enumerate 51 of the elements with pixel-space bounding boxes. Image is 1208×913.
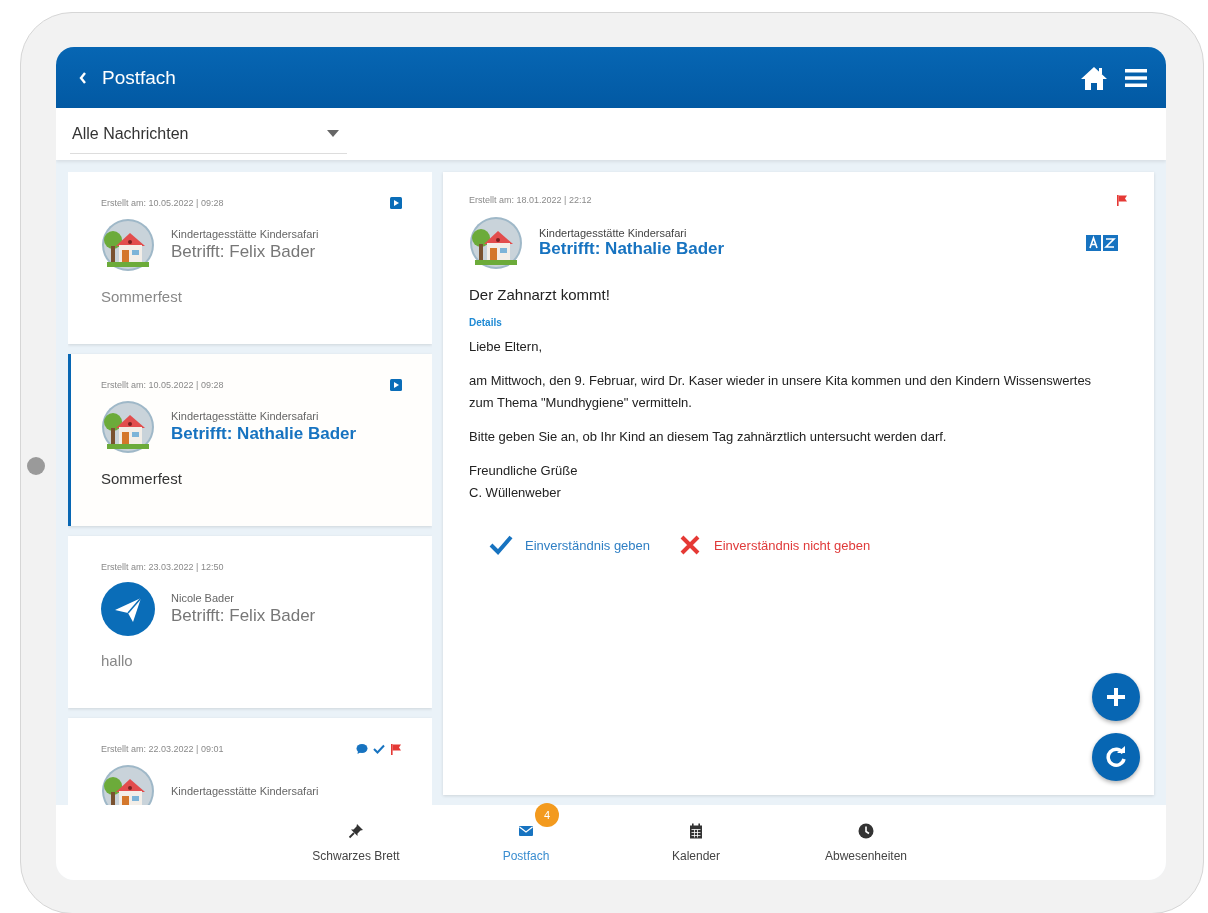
message-card[interactable]: Erstellt am: 23.03.2022 | 12:50 Nicole Bader Betrifft: Felix Bader hallo — [68, 536, 432, 708]
house-avatar-icon — [101, 218, 155, 272]
message-date: Erstellt am: 23.03.2022 | 12:50 — [101, 562, 224, 572]
calendar-icon — [688, 822, 704, 839]
sender-name: Kindertagesstätte Kindersafari — [171, 228, 319, 240]
nav-tab[interactable]: Schwarzes Brett — [271, 805, 441, 880]
message-preview: Sommerfest — [101, 470, 183, 487]
nav-tab[interactable]: Abwesenheiten — [781, 805, 951, 880]
refresh-icon — [1103, 744, 1129, 770]
details-link[interactable]: Details — [469, 317, 502, 328]
message-preview: Sommerfest — [101, 288, 183, 305]
decline-button[interactable]: Einverständnis nicht geben — [674, 530, 875, 560]
pin-icon — [348, 822, 364, 839]
message-paragraph: am Mittwoch, den 9. Februar, wird Dr. Kaser wieder in unsere Kita kommen und den Kindern Wissenswertes zum Thema "Mundhygiene" vermitteln. — [469, 372, 1093, 412]
filter-dropdown[interactable]: Alle Nachrichten — [70, 114, 347, 154]
message-card[interactable]: Erstellt am: 10.05.2022 | 09:28 Kindertagesstätte Kindersafari Betrifft: Nathalie Bader Sommerfest — [68, 354, 432, 526]
sender-name: Kindertagesstätte Kindersafari — [539, 227, 688, 239]
check-icon — [489, 534, 513, 556]
page-title: Postfach — [102, 66, 176, 89]
nav-tab[interactable]: Postfach 4 — [441, 805, 611, 880]
nav-tab[interactable]: Kalender — [611, 805, 781, 880]
message-card[interactable]: Erstellt am: 22.03.2022 | 09:01 Kindertagesstätte Kindersafari — [68, 718, 432, 805]
refresh-button[interactable] — [1092, 733, 1140, 781]
house-avatar-icon — [469, 216, 523, 270]
back-button[interactable]: Postfach — [78, 66, 176, 89]
message-date: Erstellt am: 18.01.2022 | 22:12 — [469, 195, 592, 205]
message-subject: Betrifft: Felix Bader — [171, 242, 317, 262]
message-date: Erstellt am: 10.05.2022 | 09:28 — [101, 198, 224, 208]
accept-button[interactable]: Einverständnis geben — [485, 530, 655, 560]
message-date: Erstellt am: 22.03.2022 | 09:01 — [101, 744, 224, 754]
sender-name: Kindertagesstätte Kindersafari — [171, 410, 320, 422]
translate-icon[interactable] — [1086, 235, 1118, 251]
sender-name: Nicole Bader — [171, 592, 235, 604]
message-paragraph: Liebe Eltern, — [469, 338, 543, 356]
message-title: Der Zahnarzt kommt! — [469, 286, 611, 303]
message-subject: Betrifft: Nathalie Bader — [171, 424, 357, 444]
caret-icon — [327, 130, 339, 137]
clock-icon — [858, 822, 874, 839]
chevron-left-icon — [78, 70, 88, 85]
message-card[interactable]: Erstellt am: 10.05.2022 | 09:28 Kindertagesstätte Kindersafari Betrifft: Felix Bader Sommerfest — [68, 172, 432, 344]
message-paragraph: Freundliche Grüße C. Wüllenweber — [469, 462, 579, 502]
unread-count-badge: 4 — [535, 803, 559, 827]
message-preview: hallo — [101, 652, 134, 669]
message-subject: Betrifft: Felix Bader — [171, 606, 316, 626]
message-paragraph: Bitte geben Sie an, ob Ihr Kind an diesem Tag zahnärztlich untersucht werden darf. — [469, 428, 948, 446]
message-subject: Betrifft: Nathalie Bader — [539, 239, 725, 259]
add-button[interactable] — [1092, 673, 1140, 721]
message-date: Erstellt am: 10.05.2022 | 09:28 — [101, 380, 224, 390]
house-avatar-icon — [101, 400, 155, 454]
sender-name: Kindertagesstätte Kindersafari — [171, 785, 319, 797]
paper-plane-avatar-icon — [101, 582, 155, 636]
